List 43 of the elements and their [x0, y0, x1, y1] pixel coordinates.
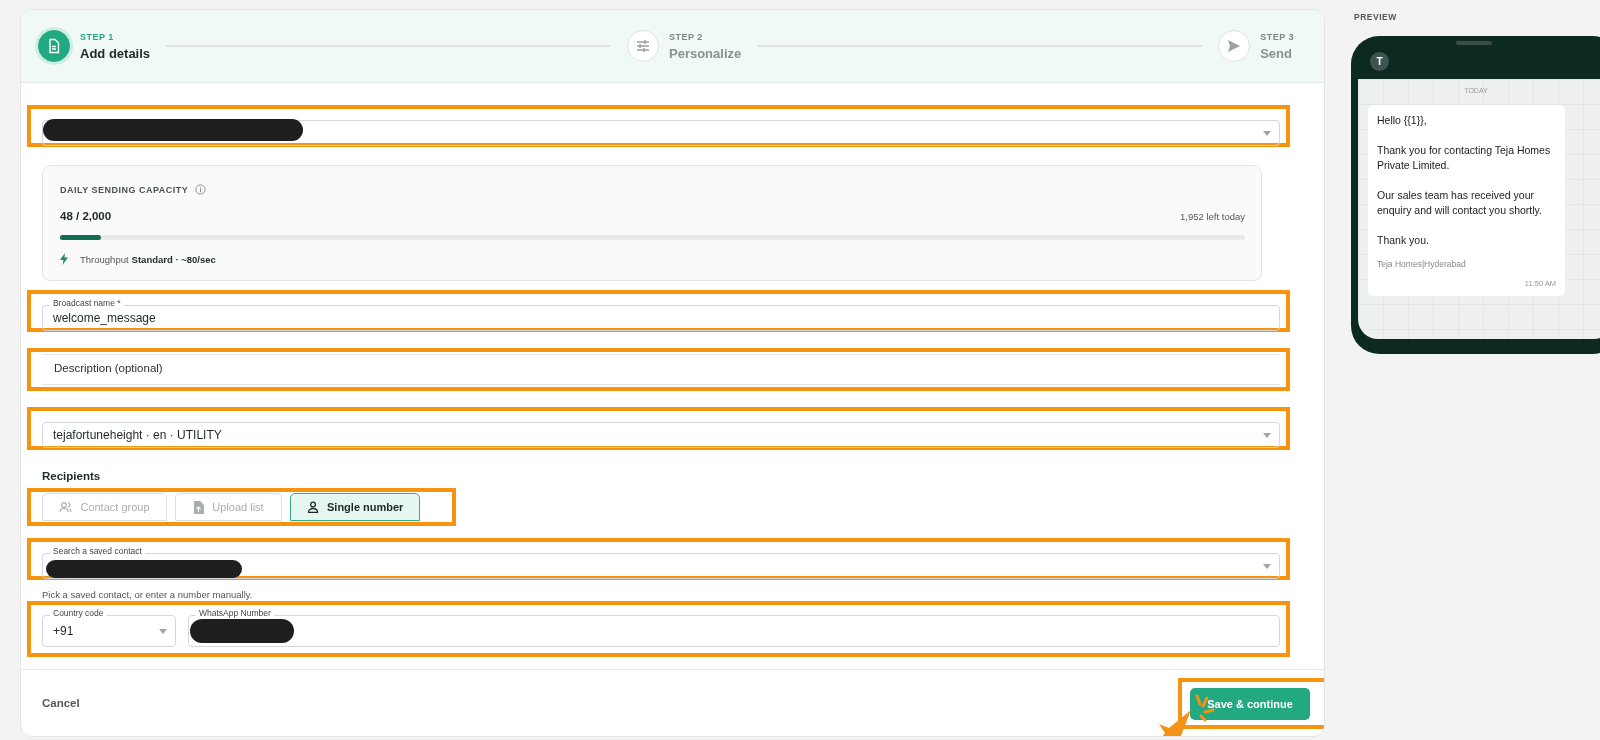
message-text: Our sales team has received your enquiry and will contact you shortly. — [1377, 188, 1543, 218]
info-icon — [195, 184, 207, 195]
description-field[interactable]: Description (optional) — [42, 354, 1280, 385]
throughput-value: Standard · ~80/sec — [131, 253, 216, 265]
throughput-label: Throughput — [80, 253, 129, 265]
step-number: STEP 2 — [669, 31, 704, 42]
people-icon — [59, 501, 73, 513]
preview-title: PREVIEW — [1354, 12, 1398, 22]
field-value: welcome_message — [53, 311, 156, 325]
document-icon — [46, 38, 62, 54]
lightning-icon — [60, 253, 68, 265]
step-title: Send — [1260, 45, 1293, 61]
contact-avatar: T — [1370, 51, 1389, 71]
step-title: Add details — [80, 45, 151, 61]
sliders-icon — [635, 38, 651, 54]
field-label: Search a saved contact — [50, 546, 145, 557]
field-label: Broadcast name * — [50, 298, 124, 309]
message-signature: Teja Homes|Hyderabad — [1377, 259, 1467, 269]
field-label: Country code — [50, 608, 107, 619]
cancel-button[interactable]: Cancel — [42, 697, 80, 709]
helper-text: Pick a saved contact, or enter a number manually. — [42, 589, 254, 600]
step-indicator[interactable] — [38, 30, 70, 62]
file-icon — [193, 500, 205, 514]
step-title: Personalize — [669, 45, 742, 61]
placeholder-text: Description (optional) — [53, 361, 164, 376]
message-text: Thank you. — [1377, 233, 1430, 248]
capacity-title: DAILY SENDING CAPACITY — [60, 184, 189, 195]
caret-icon — [1263, 433, 1271, 438]
caret-icon — [159, 629, 167, 634]
capacity-count: 48 / 2,000 — [60, 210, 112, 222]
step-number: STEP 1 — [80, 31, 115, 42]
person-icon — [307, 501, 319, 513]
caret-icon — [1263, 131, 1271, 136]
step-number: STEP 3 — [1260, 31, 1294, 42]
field-value: +91 — [53, 624, 74, 638]
section-title: Recipients — [42, 470, 102, 482]
message-text: Thank you for contacting Teja Homes Private Limited. — [1377, 143, 1552, 173]
remaining-count: 1,952 left today — [1180, 210, 1245, 222]
message-text: Hello {{1}}, — [1377, 113, 1428, 128]
caret-icon — [1263, 564, 1271, 569]
field-value: tejafortuneheight · en · UTILITY — [53, 428, 222, 442]
field-label: WhatsApp Number — [196, 608, 274, 619]
recipient-tab[interactable]: Single number — [290, 493, 421, 521]
